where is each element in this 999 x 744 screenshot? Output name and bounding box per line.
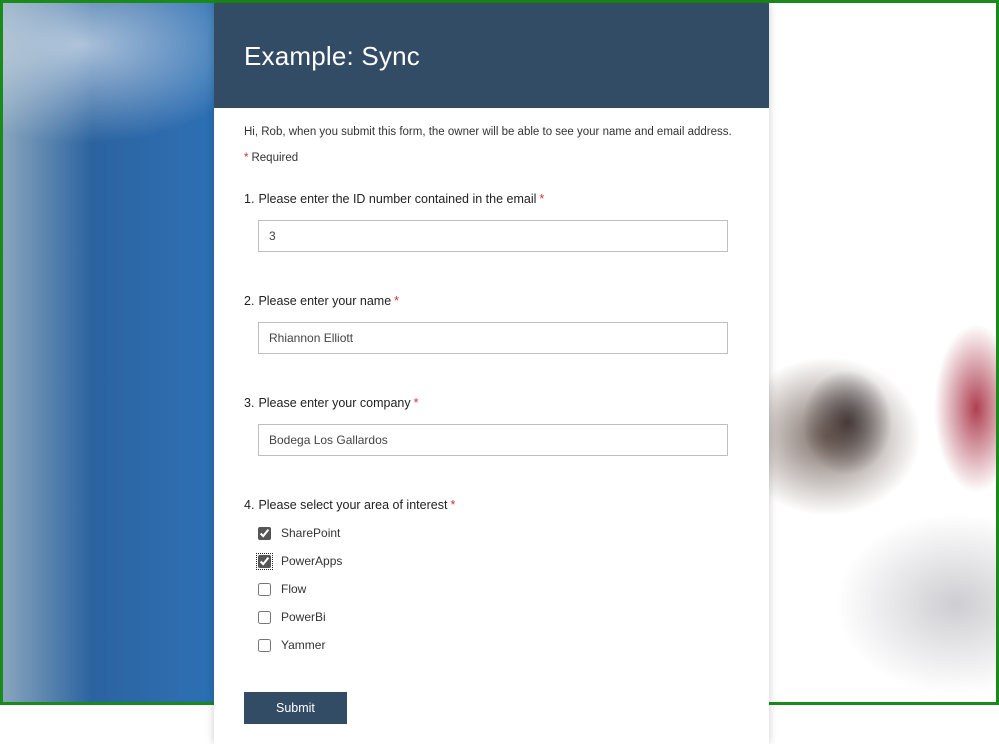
question-3-text: Please enter your company bbox=[258, 396, 410, 410]
question-2-label: 2. Please enter your name * bbox=[244, 294, 739, 308]
question-2-input[interactable] bbox=[258, 322, 728, 354]
option-powerbi-checkbox[interactable] bbox=[258, 611, 271, 624]
question-3-input[interactable] bbox=[258, 424, 728, 456]
question-3-label: 3. Please enter your company * bbox=[244, 396, 739, 410]
question-1-text: Please enter the ID number contained in … bbox=[258, 192, 536, 206]
asterisk-icon: * bbox=[450, 498, 455, 512]
form-header: Example: Sync bbox=[214, 3, 769, 108]
form-body: Hi, Rob, when you submit this form, the … bbox=[214, 108, 769, 744]
option-yammer[interactable]: Yammer bbox=[258, 638, 739, 652]
question-4: 4. Please select your area of interest *… bbox=[244, 498, 739, 652]
option-flow-label: Flow bbox=[281, 582, 306, 596]
option-yammer-checkbox[interactable] bbox=[258, 639, 271, 652]
asterisk-icon: * bbox=[414, 396, 419, 410]
asterisk-icon: * bbox=[394, 294, 399, 308]
option-sharepoint-label: SharePoint bbox=[281, 526, 340, 540]
required-note: *Required bbox=[244, 152, 739, 164]
option-powerapps-checkbox[interactable] bbox=[258, 555, 271, 568]
form-card: Example: Sync Hi, Rob, when you submit t… bbox=[214, 3, 769, 744]
question-3-number: 3. bbox=[244, 396, 254, 410]
greeting-text: Hi, Rob, when you submit this form, the … bbox=[244, 126, 739, 138]
asterisk-icon: * bbox=[539, 192, 544, 206]
option-sharepoint[interactable]: SharePoint bbox=[258, 526, 739, 540]
question-4-text: Please select your area of interest bbox=[258, 498, 447, 512]
asterisk-icon: * bbox=[244, 152, 248, 164]
option-flow-checkbox[interactable] bbox=[258, 583, 271, 596]
option-powerbi[interactable]: PowerBi bbox=[258, 610, 739, 624]
question-4-number: 4. bbox=[244, 498, 254, 512]
question-3: 3. Please enter your company * bbox=[244, 396, 739, 456]
option-yammer-label: Yammer bbox=[281, 638, 325, 652]
option-flow[interactable]: Flow bbox=[258, 582, 739, 596]
option-sharepoint-checkbox[interactable] bbox=[258, 527, 271, 540]
question-2-number: 2. bbox=[244, 294, 254, 308]
question-1-number: 1. bbox=[244, 192, 254, 206]
form-title: Example: Sync bbox=[244, 41, 739, 72]
question-1-input[interactable] bbox=[258, 220, 728, 252]
question-2-text: Please enter your name bbox=[258, 294, 391, 308]
option-powerapps[interactable]: PowerApps bbox=[258, 554, 739, 568]
option-powerbi-label: PowerBi bbox=[281, 610, 326, 624]
submit-button[interactable]: Submit bbox=[244, 692, 347, 724]
option-powerapps-label: PowerApps bbox=[281, 554, 342, 568]
question-1: 1. Please enter the ID number contained … bbox=[244, 192, 739, 252]
question-4-label: 4. Please select your area of interest * bbox=[244, 498, 739, 512]
required-label: Required bbox=[251, 152, 298, 164]
question-4-options: SharePoint PowerApps Flow PowerBi Yammer bbox=[258, 526, 739, 652]
question-2: 2. Please enter your name * bbox=[244, 294, 739, 354]
question-1-label: 1. Please enter the ID number contained … bbox=[244, 192, 739, 206]
